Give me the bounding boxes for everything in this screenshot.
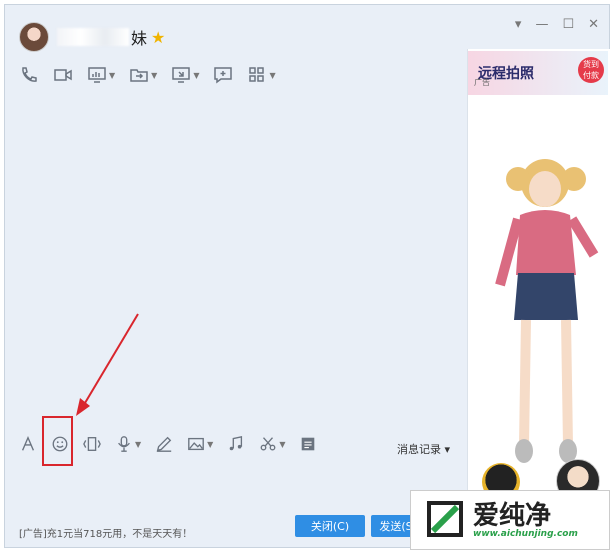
side-ad-label: 广告 <box>474 78 490 87</box>
file-transfer-icon <box>130 69 148 82</box>
close-button[interactable]: 关闭(C) <box>295 515 365 537</box>
watermark-brand: 爱纯净 <box>473 501 552 531</box>
add-chat-icon <box>214 67 233 84</box>
chevron-down-icon[interactable]: ▼ <box>109 71 115 80</box>
remote-desktop-button[interactable]: ▼ <box>171 65 199 85</box>
brand-logo-icon <box>427 501 463 537</box>
image-icon <box>188 437 205 451</box>
image-button[interactable]: ▼ <box>187 435 213 453</box>
qq-show-character <box>495 159 599 463</box>
scissors-icon <box>260 437 276 451</box>
video-call-button[interactable] <box>53 65 73 85</box>
message-history-label: 消息记录 <box>397 443 441 456</box>
minimize-icon[interactable]: — <box>535 17 548 32</box>
chevron-down-icon[interactable]: ▼ <box>279 440 285 449</box>
side-panel: 远程拍照 广告 货到 付款 <box>467 49 610 549</box>
apps-button[interactable]: ▼ <box>247 65 276 85</box>
message-history-link[interactable]: 消息记录 ▾ <box>397 441 450 457</box>
contact-avatar[interactable] <box>19 22 49 52</box>
annotation-arrow-icon <box>76 313 139 416</box>
phone-button[interactable] <box>19 65 39 85</box>
watermark-url: www.aichunjing.com <box>473 529 578 539</box>
message-input[interactable] <box>11 463 467 523</box>
music-button[interactable] <box>227 435 245 453</box>
top-toolbar: ▼ ▼ ▼ ▼ <box>19 65 276 85</box>
chat-header: 妹 ★ <box>19 19 165 55</box>
shake-icon <box>83 437 101 451</box>
side-ad-banner[interactable]: 远程拍照 广告 货到 付款 <box>468 51 608 95</box>
screen-share-icon <box>88 67 106 83</box>
handwriting-button[interactable] <box>155 435 173 453</box>
pen-icon <box>156 436 172 452</box>
maximize-icon[interactable]: ☐ <box>562 17 574 32</box>
close-icon[interactable]: ✕ <box>588 17 599 32</box>
font-button[interactable] <box>19 435 37 453</box>
side-ad-badge: 货到 付款 <box>578 57 604 83</box>
mic-icon <box>118 436 130 452</box>
chevron-down-icon[interactable]: ▼ <box>135 440 141 449</box>
watermark: 爱纯净 www.aichunjing.com <box>410 490 610 550</box>
music-icon <box>230 435 243 451</box>
chevron-down-icon[interactable]: ▼ <box>269 71 275 80</box>
menu-dropdown-icon[interactable]: ▾ <box>515 17 522 32</box>
footer-ad-text[interactable]: [广告]充1元当718元用，不是天天有！ <box>19 525 192 540</box>
chevron-down-icon[interactable]: ▼ <box>193 71 199 80</box>
chevron-down-icon[interactable]: ▼ <box>207 440 213 449</box>
shake-button[interactable] <box>83 435 101 453</box>
contact-name[interactable]: 妹 <box>131 25 147 49</box>
add-chat-button[interactable] <box>213 65 233 85</box>
phone-icon <box>22 67 37 82</box>
font-icon <box>21 435 35 451</box>
emoji-highlight-box <box>42 416 73 466</box>
video-icon <box>54 69 72 81</box>
chevron-down-icon[interactable]: ▼ <box>151 71 157 80</box>
apps-grid-icon <box>249 67 265 82</box>
chat-window: 妹 ★ ▾ — ☐ ✕ ▼ ▼ ▼ ▼ 远程拍照 广告 货到 付款 ▼ ▼ ▼ … <box>4 4 610 549</box>
file-transfer-button[interactable]: ▼ <box>129 65 157 85</box>
screen-share-button[interactable]: ▼ <box>87 65 115 85</box>
contact-name-redacted <box>57 28 129 46</box>
remote-desktop-icon <box>172 67 191 83</box>
doc-icon <box>302 437 315 451</box>
screenshot-button[interactable]: ▼ <box>259 435 285 453</box>
star-icon: ★ <box>151 27 166 47</box>
window-controls: ▾ — ☐ ✕ <box>515 17 599 32</box>
doc-button[interactable] <box>299 435 317 453</box>
voice-button[interactable]: ▼ <box>115 435 141 453</box>
